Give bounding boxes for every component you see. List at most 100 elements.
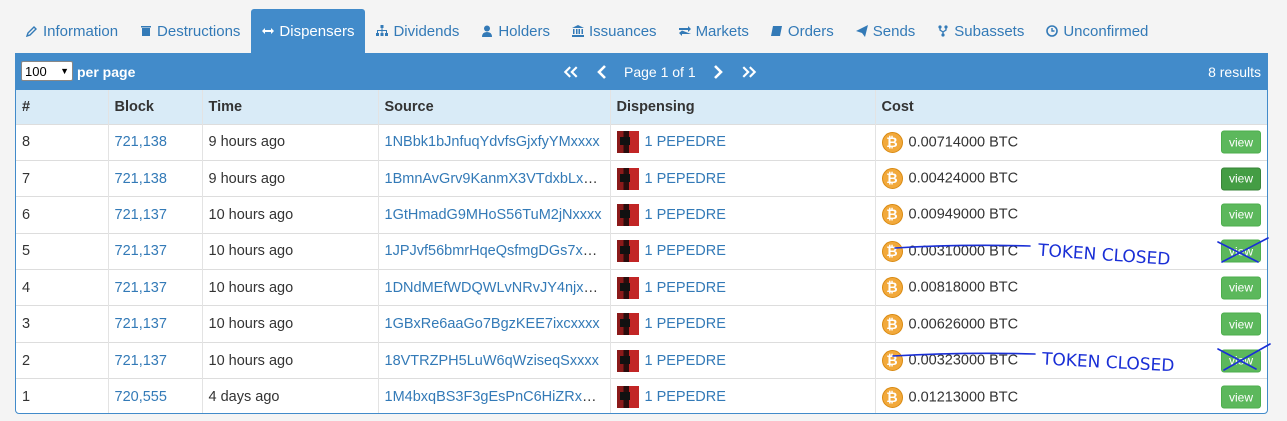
view-button[interactable]: view xyxy=(1221,385,1261,409)
tab-holders[interactable]: Holders xyxy=(470,9,561,53)
sitemap-icon xyxy=(376,24,389,38)
table-row: 4 721,137 10 hours ago 1DNdMEfWDQWLvNRvJY4n… xyxy=(16,269,1267,306)
dispensing-asset-link[interactable]: 1 PEPEDRE xyxy=(645,316,726,332)
source-address-link[interactable]: 1GBxRe6aaGo7BgzKEE7ixcxxxx xyxy=(385,316,600,332)
table-row: 7 721,138 9 hours ago 1BmnAvGrv9KanmX3VTdxb… xyxy=(16,160,1267,197)
dispensers-panel: 100 ▼ per page Page 1 of 1 8 results # B… xyxy=(15,53,1268,414)
pencil-icon xyxy=(26,24,38,38)
asset-thumbnail[interactable] xyxy=(616,386,639,409)
asset-thumbnail[interactable] xyxy=(616,167,639,190)
dispensing-asset-link[interactable]: 1 PEPEDRE xyxy=(645,389,726,405)
last-page-icon[interactable] xyxy=(740,63,758,81)
page-indicator: Page 1 of 1 xyxy=(624,64,696,80)
first-page-icon[interactable] xyxy=(562,63,580,81)
results-count: 8 results xyxy=(1208,64,1261,80)
asset-thumbnail[interactable] xyxy=(616,131,639,154)
view-button[interactable]: view xyxy=(1221,349,1261,373)
tab-unconfirmed[interactable]: Unconfirmed xyxy=(1035,9,1159,53)
prev-page-icon[interactable] xyxy=(594,63,612,81)
asset-thumbnail[interactable] xyxy=(616,313,639,336)
block-link[interactable]: 721,137 xyxy=(115,316,167,332)
source-address-link[interactable]: 1GtHmadG9MHoS56TuM2jNxxxx xyxy=(385,207,602,223)
block-link[interactable]: 721,137 xyxy=(115,353,167,369)
tab-label: Subassets xyxy=(954,22,1025,40)
source-address-link[interactable]: 1M4bxqBS3F3gEsPnC6HiZRxxxx xyxy=(385,389,604,405)
source-address-link[interactable]: 1NBbk1bJnfuqYdvfsGjxfyYMxxxx xyxy=(385,134,600,150)
block-link[interactable]: 721,137 xyxy=(115,243,167,259)
row-number: 7 xyxy=(22,170,31,187)
row-time: 9 hours ago xyxy=(201,160,378,197)
bitcoin-icon: ₿ xyxy=(881,313,903,335)
tab-dispensers[interactable]: Dispensers xyxy=(251,9,366,53)
nav-tabs: Information Destructions Dispensers Divi… xyxy=(15,9,1159,53)
row-number: 4 xyxy=(22,279,31,296)
table-header: # Block Time Source Dispensing Cost xyxy=(16,90,1267,124)
row-time: 10 hours ago xyxy=(201,233,378,270)
tab-label: Issuances xyxy=(589,22,657,40)
view-button[interactable]: view xyxy=(1221,312,1261,336)
table-row: 3 721,137 10 hours ago 1GBxRe6aaGo7BgzKEE7i… xyxy=(16,305,1267,343)
tab-label: Holders xyxy=(498,22,551,40)
col-header-cost[interactable]: Cost xyxy=(874,90,1267,124)
source-address-link[interactable]: 1DNdMEfWDQWLvNRvJY4njxxxx xyxy=(385,280,606,296)
tab-orders[interactable]: Orders xyxy=(760,9,845,53)
cost-value: 0.00323000 BTC xyxy=(908,352,1019,369)
book-icon xyxy=(770,24,783,38)
source-address-link[interactable]: 18VTRZPH5LuW6qWziseqSxxxx xyxy=(385,353,599,369)
tab-sends[interactable]: Sends xyxy=(845,9,927,53)
dispensing-asset-link[interactable]: 1 PEPEDRE xyxy=(645,352,726,368)
table-row: 6 721,137 10 hours ago 1GtHmadG9MHoS56TuM2j… xyxy=(16,196,1267,234)
cost-value: 0.00818000 BTC xyxy=(908,279,1019,296)
per-page-select[interactable]: 100 ▼ xyxy=(21,61,73,81)
view-button[interactable]: view xyxy=(1221,167,1261,191)
block-link[interactable]: 721,138 xyxy=(115,171,167,187)
col-header-num[interactable]: # xyxy=(16,90,108,124)
asset-thumbnail[interactable] xyxy=(616,349,639,372)
dispensing-asset-link[interactable]: 1 PEPEDRE xyxy=(645,280,726,296)
block-link[interactable]: 720,555 xyxy=(115,389,167,405)
block-link[interactable]: 721,137 xyxy=(115,207,167,223)
row-time: 10 hours ago xyxy=(201,196,378,234)
code-fork-icon xyxy=(937,24,949,38)
block-link[interactable]: 721,138 xyxy=(115,134,167,150)
tab-information[interactable]: Information xyxy=(15,9,129,53)
row-time: 10 hours ago xyxy=(201,305,378,343)
bitcoin-icon: ₿ xyxy=(881,240,903,262)
col-header-time[interactable]: Time xyxy=(201,90,378,124)
source-address-link[interactable]: 1BmnAvGrv9KanmX3VTdxbLxxxx xyxy=(385,171,606,187)
view-button[interactable]: view xyxy=(1221,130,1261,154)
asset-thumbnail[interactable] xyxy=(616,240,639,263)
asset-thumbnail[interactable] xyxy=(616,276,639,299)
view-button[interactable]: view xyxy=(1221,276,1261,300)
row-number: 3 xyxy=(22,316,31,333)
col-header-block[interactable]: Block xyxy=(107,90,202,124)
dispensing-asset-link[interactable]: 1 PEPEDRE xyxy=(645,170,726,186)
view-button[interactable]: view xyxy=(1221,203,1261,227)
tab-label: Orders xyxy=(787,22,834,40)
cost-value: 0.00949000 BTC xyxy=(908,206,1019,223)
next-page-icon[interactable] xyxy=(708,63,726,81)
source-address-link[interactable]: 1JPJvf56bmrHqeQsfmgDGs7xxxx xyxy=(385,243,605,259)
block-link[interactable]: 721,137 xyxy=(115,280,167,296)
row-number: 8 xyxy=(22,134,31,151)
dispensing-asset-link[interactable]: 1 PEPEDRE xyxy=(645,207,726,223)
tab-dividends[interactable]: Dividends xyxy=(365,9,470,53)
dispensing-asset-link[interactable]: 1 PEPEDRE xyxy=(645,243,726,259)
tab-issuances[interactable]: Issuances xyxy=(561,9,668,53)
col-header-source[interactable]: Source xyxy=(377,90,610,124)
dispensers-table: # Block Time Source Dispensing Cost 8 721… xyxy=(16,90,1267,413)
bitcoin-icon: ₿ xyxy=(881,131,903,153)
trash-icon xyxy=(140,24,152,38)
tab-label: Markets xyxy=(695,22,749,40)
per-page-value: 100 xyxy=(25,63,47,79)
view-button[interactable]: view xyxy=(1221,239,1261,263)
row-time: 4 days ago xyxy=(201,378,378,413)
tab-destructions[interactable]: Destructions xyxy=(129,9,251,53)
tab-subassets[interactable]: Subassets xyxy=(926,9,1035,53)
row-number: 5 xyxy=(22,243,31,260)
dispensing-asset-link[interactable]: 1 PEPEDRE xyxy=(645,134,726,150)
col-header-dispensing[interactable]: Dispensing xyxy=(609,90,875,124)
asset-thumbnail[interactable] xyxy=(616,203,639,226)
clock-icon xyxy=(1046,24,1059,38)
tab-markets[interactable]: Markets xyxy=(668,9,760,53)
